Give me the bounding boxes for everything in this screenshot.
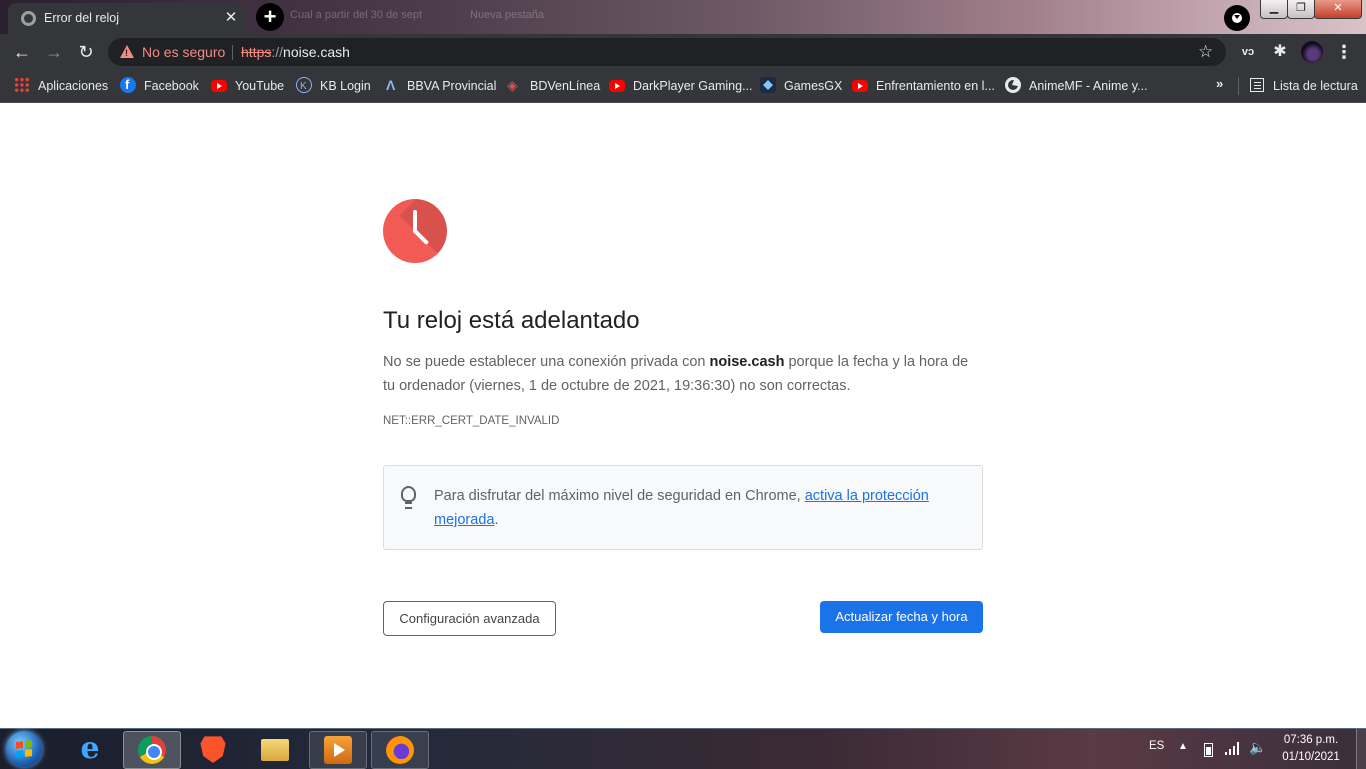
bdv-icon <box>506 76 522 94</box>
minimize-button[interactable]: ▁ <box>1260 0 1288 19</box>
background-tab-2[interactable]: Nueva pestaña <box>470 9 590 27</box>
tab-title: Error del reloj <box>44 11 120 25</box>
update-date-time-button[interactable]: Actualizar fecha y hora <box>820 601 983 633</box>
kb-icon <box>296 77 312 96</box>
tab-strip: Error del reloj ✕ + Cual a partir del 30… <box>0 0 1366 34</box>
bookmark-enfrentamiento[interactable]: Enfrentamiento en l... <box>852 77 995 95</box>
bookmark-star-icon[interactable]: ☆ <box>1198 42 1213 62</box>
new-tab-button[interactable]: + <box>256 3 284 31</box>
network-signal-icon[interactable] <box>1225 742 1241 755</box>
internet-explorer-icon: e <box>80 731 100 766</box>
bookmark-bdvenlinea[interactable]: BDVenLínea <box>506 76 600 95</box>
media-player-icon <box>324 736 352 764</box>
bookmark-gamesgx[interactable]: GamesGX <box>760 77 842 95</box>
taskbar-time[interactable]: 07:36 p.m. <box>1276 734 1346 746</box>
address-bar[interactable]: ! No es seguro https://noise.cash ☆ <box>108 38 1226 66</box>
start-button[interactable] <box>6 731 42 767</box>
bookmark-aplicaciones[interactable]: Aplicaciones <box>14 77 108 95</box>
bookmarks-divider <box>1238 77 1239 95</box>
enhanced-protection-tip: Para disfrutar del máximo nivel de segur… <box>383 465 983 550</box>
globe-icon <box>21 11 36 26</box>
background-tab-1[interactable]: Cual a partir del 30 de sept <box>290 9 450 27</box>
tab-search-button[interactable] <box>1224 5 1250 31</box>
facebook-icon <box>120 76 136 94</box>
apps-grid-icon <box>14 77 30 93</box>
close-window-button[interactable]: ✕ <box>1314 0 1362 19</box>
show-desktop-button[interactable] <box>1356 729 1366 769</box>
folder-icon <box>261 739 289 761</box>
bookmark-darkplayer[interactable]: DarkPlayer Gaming... <box>609 77 752 95</box>
volume-icon[interactable]: 🔈 <box>1249 739 1266 756</box>
advanced-settings-button[interactable]: Configuración avanzada <box>383 601 556 636</box>
tip-text: Para disfrutar del máximo nivel de segur… <box>434 488 929 528</box>
bookmarks-overflow-button[interactable]: » <box>1216 76 1223 91</box>
security-status[interactable]: No es seguro <box>142 44 225 60</box>
chrome-icon <box>138 736 166 764</box>
taskbar-internet-explorer[interactable]: e <box>62 731 118 767</box>
brave-icon <box>200 736 226 763</box>
reading-list-icon <box>1250 78 1264 92</box>
error-page: Tu reloj está adelantado No se puede est… <box>0 103 1366 728</box>
url-text[interactable]: https://noise.cash <box>241 44 350 60</box>
browser-toolbar: ← → ↻ ! No es seguro https://noise.cash … <box>0 34 1366 70</box>
taskbar-date[interactable]: 01/10/2021 <box>1276 751 1346 763</box>
bbva-icon <box>383 76 399 94</box>
profile-avatar[interactable] <box>1298 38 1326 66</box>
globe-icon <box>1005 77 1021 93</box>
page-title: Tu reloj está adelantado <box>383 307 640 334</box>
language-indicator[interactable]: ES <box>1149 740 1164 752</box>
taskbar-brave[interactable] <box>185 731 241 767</box>
show-hidden-icons-icon[interactable]: ▲ <box>1178 741 1188 752</box>
bookmarks-bar: Aplicaciones Facebook YouTube KB Login B… <box>0 70 1366 103</box>
warning-icon[interactable]: ! <box>120 45 134 58</box>
reload-button[interactable]: ↻ <box>72 38 100 66</box>
bookmark-kb-login[interactable]: KB Login <box>296 77 371 96</box>
host-name: noise.cash <box>709 354 785 370</box>
error-description: No se puede establecer una conexión priv… <box>383 354 969 394</box>
youtube-icon <box>852 80 868 92</box>
more-menu-icon[interactable]: ⋮ <box>1330 38 1358 66</box>
reading-list-button[interactable]: Lista de lectura <box>1250 77 1358 95</box>
clock-icon <box>383 199 447 263</box>
error-code[interactable]: NET::ERR_CERT_DATE_INVALID <box>383 415 559 427</box>
extensions-puzzle-icon[interactable]: ✱ <box>1266 38 1294 66</box>
maximize-button[interactable]: ❐ <box>1287 0 1315 19</box>
battery-icon[interactable] <box>1204 743 1213 757</box>
bookmark-bbva[interactable]: BBVA Provincial <box>383 76 496 95</box>
extension-vd-icon[interactable]: vↄ <box>1234 38 1262 66</box>
windows-logo-icon <box>16 740 32 758</box>
youtube-icon <box>609 80 625 92</box>
back-button[interactable]: ← <box>8 38 36 66</box>
bookmark-animemf[interactable]: AnimeMF - Anime y... <box>1005 77 1148 95</box>
taskbar-firefox[interactable] <box>371 731 429 769</box>
taskbar-file-explorer[interactable] <box>247 731 303 767</box>
omnibox-divider <box>232 45 233 60</box>
taskbar-chrome[interactable] <box>123 731 181 769</box>
taskbar-media-player[interactable] <box>309 731 367 769</box>
windows-taskbar: e ES ▲ 🔈 07:36 p.m. 01/10/2021 <box>0 728 1366 769</box>
youtube-icon <box>211 80 227 92</box>
lightbulb-icon <box>401 486 416 509</box>
gamesgx-icon <box>760 77 776 93</box>
firefox-icon <box>386 736 414 764</box>
tab-close-icon[interactable]: ✕ <box>222 9 240 27</box>
forward-button[interactable]: → <box>40 38 68 66</box>
bookmark-facebook[interactable]: Facebook <box>120 76 199 95</box>
bookmark-youtube[interactable]: YouTube <box>211 77 284 95</box>
tab-active[interactable]: Error del reloj ✕ <box>8 3 246 34</box>
